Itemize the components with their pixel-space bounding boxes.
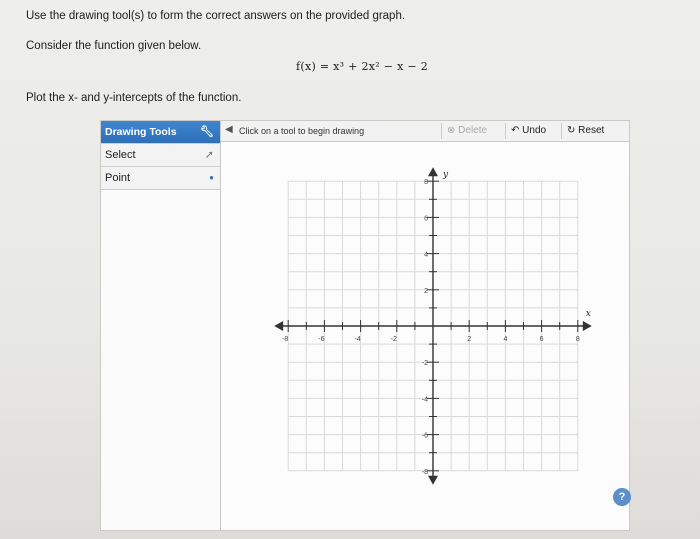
toolbar-divider: [505, 123, 506, 139]
x-tick-label: 2: [467, 336, 471, 343]
x-axis-arrow-left: [274, 321, 284, 331]
reset-button[interactable]: ↻ Reset: [567, 121, 604, 141]
tool-select-label: Select: [105, 149, 136, 161]
function-formula: f(x) = x³ + 2x² − x − 2: [296, 60, 429, 73]
y-tick-label: 2: [424, 288, 428, 295]
y-axis-label: y: [442, 170, 449, 180]
plot-instruction: Plot the x- and y-intercepts of the func…: [26, 92, 242, 104]
y-tick-label: 6: [424, 215, 428, 222]
x-axis-label: x: [586, 309, 591, 319]
tool-point-label: Point: [105, 172, 131, 184]
y-tick-label: 4: [424, 252, 428, 259]
y-tick-label: -2: [422, 360, 428, 367]
tool-point[interactable]: Point ●: [101, 167, 220, 190]
drawing-tools-title: Drawing Tools: [105, 126, 177, 138]
y-axis-arrow-down: [428, 475, 438, 485]
wrench-icon: 🔧︎: [200, 126, 214, 138]
x-tick-label: -4: [354, 336, 360, 343]
reset-label: Reset: [578, 125, 605, 136]
tick-labels: -8 -6 -4 -2 2 4 6 8 8 6 4 2 -2 -4 -6 -8 x y: [282, 170, 591, 476]
y-tick-label: -4: [422, 396, 428, 403]
drawing-tools-panel: Drawing Tools 🔧︎ Select ➚ Point ●: [100, 120, 221, 531]
consider-text: Consider the function given below.: [26, 40, 202, 52]
x-tick-label: -8: [282, 336, 288, 343]
drawing-tools-header: Drawing Tools 🔧︎: [101, 121, 220, 144]
graph-canvas[interactable]: -8 -6 -4 -2 2 4 6 8 8 6 4 2 -2 -4 -6 -8 x y: [221, 142, 630, 531]
collapse-panel-icon[interactable]: ◀: [225, 124, 233, 135]
x-axis-arrow-right: [582, 321, 592, 331]
arrow-cursor-icon: ➚: [204, 149, 214, 161]
graph-toolbar: ◀ Click on a tool to begin drawing ⊗ Del…: [221, 120, 630, 142]
tool-select[interactable]: Select ➚: [101, 144, 220, 167]
x-tick-label: -2: [391, 336, 397, 343]
x-tick-label: 8: [576, 336, 580, 343]
dot-icon: ●: [209, 173, 214, 182]
undo-button[interactable]: ↶ Undo: [511, 121, 546, 141]
toolbar-divider: [441, 123, 442, 139]
y-tick-label: 8: [424, 179, 428, 186]
coordinate-plane[interactable]: -8 -6 -4 -2 2 4 6 8 8 6 4 2 -2 -4 -6 -8 x y: [221, 142, 630, 531]
instruction-text: Use the drawing tool(s) to form the corr…: [26, 10, 406, 22]
undo-label: Undo: [522, 125, 547, 136]
x-tick-label: -6: [318, 336, 324, 343]
x-tick-label: 4: [503, 336, 507, 343]
reset-icon: ↻: [567, 125, 576, 136]
toolbar-divider: [561, 123, 562, 139]
x-tick-label: 6: [540, 336, 544, 343]
y-axis-arrow-up: [428, 167, 438, 177]
delete-label: Delete: [458, 125, 488, 136]
toolbar-hint: Click on a tool to begin drawing: [239, 126, 365, 136]
y-tick-label: -6: [422, 433, 428, 440]
y-tick-label: -8: [422, 469, 428, 476]
undo-icon: ↶: [511, 125, 520, 136]
delete-button[interactable]: ⊗ Delete: [447, 121, 487, 141]
axes: [274, 167, 592, 485]
help-icon[interactable]: ?: [613, 488, 631, 506]
delete-icon: ⊗: [447, 125, 456, 136]
